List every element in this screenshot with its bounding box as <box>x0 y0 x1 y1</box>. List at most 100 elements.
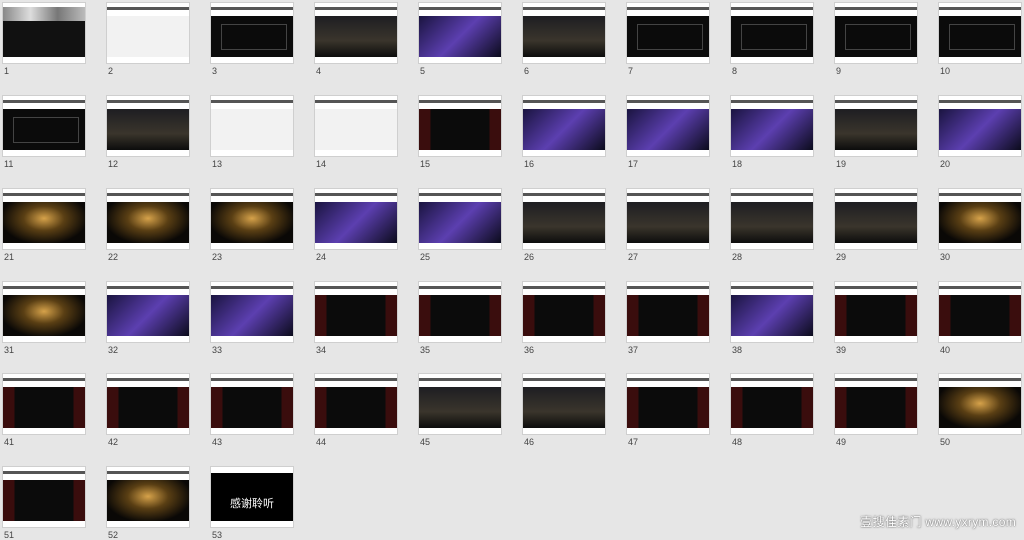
slide-preview[interactable] <box>522 373 606 435</box>
slide-preview[interactable] <box>834 188 918 250</box>
slide-thumbnail[interactable]: 19 <box>834 95 918 169</box>
slide-preview[interactable] <box>418 2 502 64</box>
slide-thumbnail[interactable]: 31 <box>2 281 86 355</box>
slide-preview[interactable] <box>522 281 606 343</box>
slide-preview[interactable] <box>626 2 710 64</box>
slide-thumbnail[interactable]: 48 <box>730 373 814 447</box>
slide-preview[interactable] <box>626 95 710 157</box>
slide-preview[interactable] <box>418 188 502 250</box>
slide-preview[interactable] <box>2 2 86 64</box>
slide-preview[interactable] <box>418 373 502 435</box>
slide-preview[interactable] <box>2 281 86 343</box>
slide-preview[interactable] <box>314 2 398 64</box>
slide-preview[interactable] <box>730 95 814 157</box>
slide-thumbnail[interactable]: 10 <box>938 2 1022 76</box>
slide-thumbnail[interactable]: 29 <box>834 188 918 262</box>
slide-thumbnail[interactable]: 37 <box>626 281 710 355</box>
slide-thumbnail[interactable]: 51 <box>2 466 86 540</box>
slide-preview[interactable] <box>314 95 398 157</box>
slide-preview[interactable] <box>626 281 710 343</box>
slide-thumbnail[interactable]: 44 <box>314 373 398 447</box>
slide-thumbnail[interactable]: 13 <box>210 95 294 169</box>
slide-thumbnail[interactable]: 35 <box>418 281 502 355</box>
slide-thumbnail[interactable]: 5 <box>418 2 502 76</box>
slide-thumbnail[interactable]: 42 <box>106 373 190 447</box>
slide-preview[interactable] <box>626 188 710 250</box>
slide-preview[interactable] <box>106 281 190 343</box>
slide-preview[interactable] <box>106 95 190 157</box>
slide-preview[interactable] <box>2 466 86 528</box>
slide-preview[interactable] <box>730 188 814 250</box>
slide-thumbnail[interactable]: 12 <box>106 95 190 169</box>
slide-thumbnail[interactable]: 52 <box>106 466 190 540</box>
slide-thumbnail[interactable]: 27 <box>626 188 710 262</box>
slide-thumbnail[interactable]: 40 <box>938 281 1022 355</box>
slide-thumbnail[interactable]: 18 <box>730 95 814 169</box>
slide-preview[interactable] <box>938 2 1022 64</box>
slide-preview[interactable] <box>730 2 814 64</box>
slide-preview[interactable] <box>2 95 86 157</box>
slide-thumbnail[interactable]: 39 <box>834 281 918 355</box>
slide-preview[interactable] <box>938 373 1022 435</box>
slide-preview[interactable] <box>314 281 398 343</box>
slide-preview[interactable] <box>106 466 190 528</box>
slide-preview[interactable] <box>938 95 1022 157</box>
slide-preview[interactable] <box>210 373 294 435</box>
slide-thumbnail[interactable]: 23 <box>210 188 294 262</box>
slide-thumbnail[interactable]: 47 <box>626 373 710 447</box>
slide-preview[interactable] <box>210 281 294 343</box>
slide-preview[interactable] <box>418 95 502 157</box>
slide-thumbnail[interactable]: 32 <box>106 281 190 355</box>
slide-thumbnail[interactable]: 8 <box>730 2 814 76</box>
slide-thumbnail[interactable]: 46 <box>522 373 606 447</box>
slide-preview[interactable] <box>522 95 606 157</box>
slide-preview[interactable] <box>106 188 190 250</box>
slide-preview[interactable] <box>210 188 294 250</box>
slide-preview[interactable] <box>106 373 190 435</box>
slide-thumbnail[interactable]: 49 <box>834 373 918 447</box>
slide-thumbnail[interactable]: 4 <box>314 2 398 76</box>
slide-thumbnail[interactable]: 30 <box>938 188 1022 262</box>
slide-preview[interactable] <box>522 188 606 250</box>
slide-thumbnail[interactable]: 6 <box>522 2 606 76</box>
slide-thumbnail[interactable]: 16 <box>522 95 606 169</box>
slide-thumbnail[interactable]: 2 <box>106 2 190 76</box>
slide-thumbnail[interactable]: 11 <box>2 95 86 169</box>
slide-thumbnail[interactable]: 14 <box>314 95 398 169</box>
slide-preview[interactable] <box>834 95 918 157</box>
slide-thumbnail[interactable]: 28 <box>730 188 814 262</box>
slide-preview[interactable] <box>834 2 918 64</box>
slide-preview[interactable]: 感谢聆听 <box>210 466 294 528</box>
slide-preview[interactable] <box>730 373 814 435</box>
slide-preview[interactable] <box>730 281 814 343</box>
slide-thumbnail[interactable]: 7 <box>626 2 710 76</box>
slide-preview[interactable] <box>938 281 1022 343</box>
slide-thumbnail[interactable]: 25 <box>418 188 502 262</box>
slide-thumbnail[interactable]: 21 <box>2 188 86 262</box>
slide-thumbnail[interactable]: 34 <box>314 281 398 355</box>
slide-preview[interactable] <box>938 188 1022 250</box>
slide-thumbnail[interactable]: 3 <box>210 2 294 76</box>
slide-preview[interactable] <box>210 95 294 157</box>
slide-thumbnail[interactable]: 50 <box>938 373 1022 447</box>
slide-thumbnail[interactable]: 45 <box>418 373 502 447</box>
slide-preview[interactable] <box>314 373 398 435</box>
slide-preview[interactable] <box>834 281 918 343</box>
slide-preview[interactable] <box>106 2 190 64</box>
slide-thumbnail[interactable]: 17 <box>626 95 710 169</box>
slide-thumbnail[interactable]: 9 <box>834 2 918 76</box>
slide-thumbnail[interactable]: 33 <box>210 281 294 355</box>
slide-preview[interactable] <box>418 281 502 343</box>
slide-thumbnail[interactable]: 38 <box>730 281 814 355</box>
slide-preview[interactable] <box>834 373 918 435</box>
slide-preview[interactable] <box>210 2 294 64</box>
slide-preview[interactable] <box>522 2 606 64</box>
slide-thumbnail[interactable]: 22 <box>106 188 190 262</box>
slide-preview[interactable] <box>314 188 398 250</box>
slide-thumbnail[interactable]: 20 <box>938 95 1022 169</box>
slide-preview[interactable] <box>2 188 86 250</box>
slide-thumbnail[interactable]: 24 <box>314 188 398 262</box>
slide-preview[interactable] <box>2 373 86 435</box>
slide-thumbnail[interactable]: 36 <box>522 281 606 355</box>
slide-thumbnail[interactable]: 1 <box>2 2 86 76</box>
